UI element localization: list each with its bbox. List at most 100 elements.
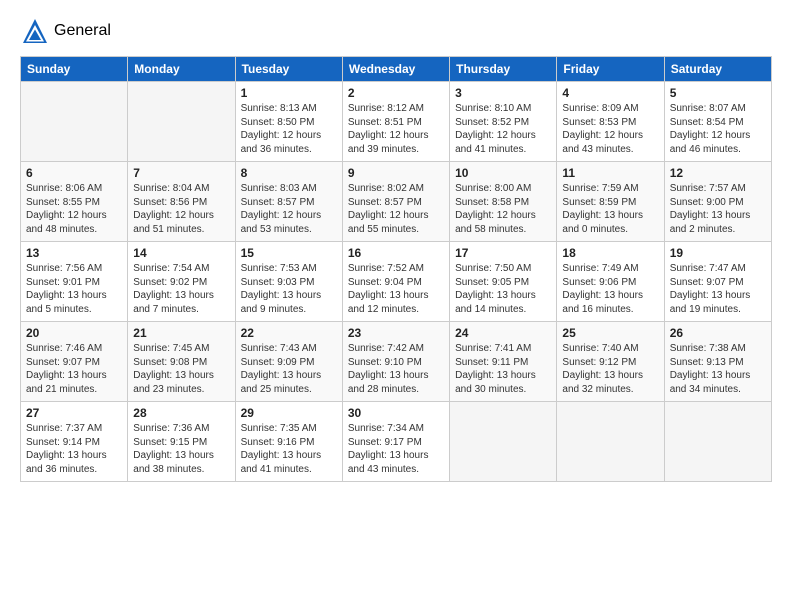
calendar-cell [557,402,664,482]
day-info: Sunrise: 7:59 AM Sunset: 8:59 PM Dayligh… [562,182,658,236]
calendar-cell: 16Sunrise: 7:52 AM Sunset: 9:04 PM Dayli… [342,242,449,322]
day-number: 17 [455,246,551,260]
day-info: Sunrise: 8:12 AM Sunset: 8:51 PM Dayligh… [348,102,444,156]
day-info: Sunrise: 7:40 AM Sunset: 9:12 PM Dayligh… [562,342,658,396]
calendar-cell: 15 Sunrise: 7:53 AM Sunset: 9:03 PM Dayli… [235,242,342,322]
calendar-table: SundayMondayTuesdayWednesdayThursdayFrid… [20,56,772,482]
day-number: 11 [562,166,658,180]
day-info: Sunrise: 7:49 AM Sunset: 9:06 PM Dayligh… [562,262,658,316]
day-number: 2 [348,86,444,100]
day-number: 5 [670,86,766,100]
day-number: 27 [26,406,122,420]
day-info: Sunrise: 8:07 AM Sunset: 8:54 PM Dayligh… [670,102,766,156]
day-number: 1 [241,86,337,100]
day-info: Sunrise: 8:10 AM Sunset: 8:52 PM Dayligh… [455,102,551,156]
day-number: 30 [348,406,444,420]
week-row-2: 6 Sunrise: 8:06 AM Sunset: 8:55 PM Daylig… [21,162,772,242]
calendar-cell: 24Sunrise: 7:41 AM Sunset: 9:11 PM Dayli… [450,322,557,402]
calendar-header-row: SundayMondayTuesdayWednesdayThursdayFrid… [21,57,772,82]
calendar-cell: 12 Sunrise: 7:57 AM Sunset: 9:00 PM Dayli… [664,162,771,242]
day-info: Sunrise: 7:50 AM Sunset: 9:05 PM Dayligh… [455,262,551,316]
calendar-cell: 22Sunrise: 7:43 AM Sunset: 9:09 PM Dayli… [235,322,342,402]
day-info: Sunrise: 8:00 AM Sunset: 8:58 PM Dayligh… [455,182,551,236]
calendar-cell: 20Sunrise: 7:46 AM Sunset: 9:07 PM Dayli… [21,322,128,402]
calendar-cell: 1 Sunrise: 8:13 AM Sunset: 8:50 PM Daylig… [235,82,342,162]
day-number: 15 [241,246,337,260]
day-number: 23 [348,326,444,340]
day-number: 3 [455,86,551,100]
calendar-cell [450,402,557,482]
header: General [20,16,772,46]
day-number: 29 [241,406,337,420]
day-info: Sunrise: 7:47 AM Sunset: 9:07 PM Dayligh… [670,262,766,316]
calendar-cell: 11 Sunrise: 7:59 AM Sunset: 8:59 PM Dayli… [557,162,664,242]
week-row-3: 13 Sunrise: 7:56 AM Sunset: 9:01 PM Dayli… [21,242,772,322]
day-number: 4 [562,86,658,100]
calendar-cell: 21 Sunrise: 7:45 AM Sunset: 9:08 PM Dayli… [128,322,235,402]
logo-text: General [54,23,111,39]
calendar-cell: 27 Sunrise: 7:37 AM Sunset: 9:14 PM Dayli… [21,402,128,482]
logo-general: General [54,23,111,39]
week-row-5: 27 Sunrise: 7:37 AM Sunset: 9:14 PM Dayli… [21,402,772,482]
col-header-saturday: Saturday [664,57,771,82]
calendar-cell: 26 Sunrise: 7:38 AM Sunset: 9:13 PM Dayli… [664,322,771,402]
calendar-cell: 25Sunrise: 7:40 AM Sunset: 9:12 PM Dayli… [557,322,664,402]
calendar-cell: 3 Sunrise: 8:10 AM Sunset: 8:52 PM Daylig… [450,82,557,162]
day-info: Sunrise: 8:04 AM Sunset: 8:56 PM Dayligh… [133,182,229,236]
day-info: Sunrise: 7:36 AM Sunset: 9:15 PM Dayligh… [133,422,229,476]
col-header-thursday: Thursday [450,57,557,82]
calendar-cell: 10 Sunrise: 8:00 AM Sunset: 8:58 PM Dayli… [450,162,557,242]
day-number: 22 [241,326,337,340]
calendar-cell: 13 Sunrise: 7:56 AM Sunset: 9:01 PM Dayli… [21,242,128,322]
calendar-cell: 28Sunrise: 7:36 AM Sunset: 9:15 PM Dayli… [128,402,235,482]
day-info: Sunrise: 7:52 AM Sunset: 9:04 PM Dayligh… [348,262,444,316]
day-info: Sunrise: 7:46 AM Sunset: 9:07 PM Dayligh… [26,342,122,396]
day-number: 21 [133,326,229,340]
day-info: Sunrise: 8:02 AM Sunset: 8:57 PM Dayligh… [348,182,444,236]
day-number: 12 [670,166,766,180]
day-info: Sunrise: 7:45 AM Sunset: 9:08 PM Dayligh… [133,342,229,396]
logo: General [20,16,111,46]
day-number: 13 [26,246,122,260]
day-number: 7 [133,166,229,180]
page: General SundayMondayTuesdayWednesdayThur… [0,0,792,492]
col-header-monday: Monday [128,57,235,82]
day-number: 8 [241,166,337,180]
calendar-cell [664,402,771,482]
day-number: 26 [670,326,766,340]
week-row-4: 20Sunrise: 7:46 AM Sunset: 9:07 PM Dayli… [21,322,772,402]
day-info: Sunrise: 7:34 AM Sunset: 9:17 PM Dayligh… [348,422,444,476]
week-row-1: 1 Sunrise: 8:13 AM Sunset: 8:50 PM Daylig… [21,82,772,162]
calendar-cell: 4 Sunrise: 8:09 AM Sunset: 8:53 PM Daylig… [557,82,664,162]
day-info: Sunrise: 7:38 AM Sunset: 9:13 PM Dayligh… [670,342,766,396]
day-info: Sunrise: 8:13 AM Sunset: 8:50 PM Dayligh… [241,102,337,156]
col-header-sunday: Sunday [21,57,128,82]
calendar-cell: 23 Sunrise: 7:42 AM Sunset: 9:10 PM Dayli… [342,322,449,402]
logo-icon [20,16,50,46]
col-header-tuesday: Tuesday [235,57,342,82]
day-info: Sunrise: 7:57 AM Sunset: 9:00 PM Dayligh… [670,182,766,236]
day-number: 19 [670,246,766,260]
calendar-cell: 7 Sunrise: 8:04 AM Sunset: 8:56 PM Daylig… [128,162,235,242]
day-info: Sunrise: 7:42 AM Sunset: 9:10 PM Dayligh… [348,342,444,396]
day-info: Sunrise: 8:06 AM Sunset: 8:55 PM Dayligh… [26,182,122,236]
day-number: 10 [455,166,551,180]
calendar-cell: 5 Sunrise: 8:07 AM Sunset: 8:54 PM Daylig… [664,82,771,162]
day-info: Sunrise: 7:53 AM Sunset: 9:03 PM Dayligh… [241,262,337,316]
day-info: Sunrise: 8:09 AM Sunset: 8:53 PM Dayligh… [562,102,658,156]
calendar-cell: 19 Sunrise: 7:47 AM Sunset: 9:07 PM Dayli… [664,242,771,322]
day-number: 18 [562,246,658,260]
col-header-friday: Friday [557,57,664,82]
day-info: Sunrise: 7:56 AM Sunset: 9:01 PM Dayligh… [26,262,122,316]
day-number: 14 [133,246,229,260]
calendar-cell: 8 Sunrise: 8:03 AM Sunset: 8:57 PM Daylig… [235,162,342,242]
day-info: Sunrise: 7:37 AM Sunset: 9:14 PM Dayligh… [26,422,122,476]
calendar-cell: 17 Sunrise: 7:50 AM Sunset: 9:05 PM Dayli… [450,242,557,322]
calendar-cell: 29Sunrise: 7:35 AM Sunset: 9:16 PM Dayli… [235,402,342,482]
day-number: 6 [26,166,122,180]
calendar-cell: 2 Sunrise: 8:12 AM Sunset: 8:51 PM Daylig… [342,82,449,162]
day-info: Sunrise: 8:03 AM Sunset: 8:57 PM Dayligh… [241,182,337,236]
calendar-cell [21,82,128,162]
col-header-wednesday: Wednesday [342,57,449,82]
day-info: Sunrise: 7:54 AM Sunset: 9:02 PM Dayligh… [133,262,229,316]
